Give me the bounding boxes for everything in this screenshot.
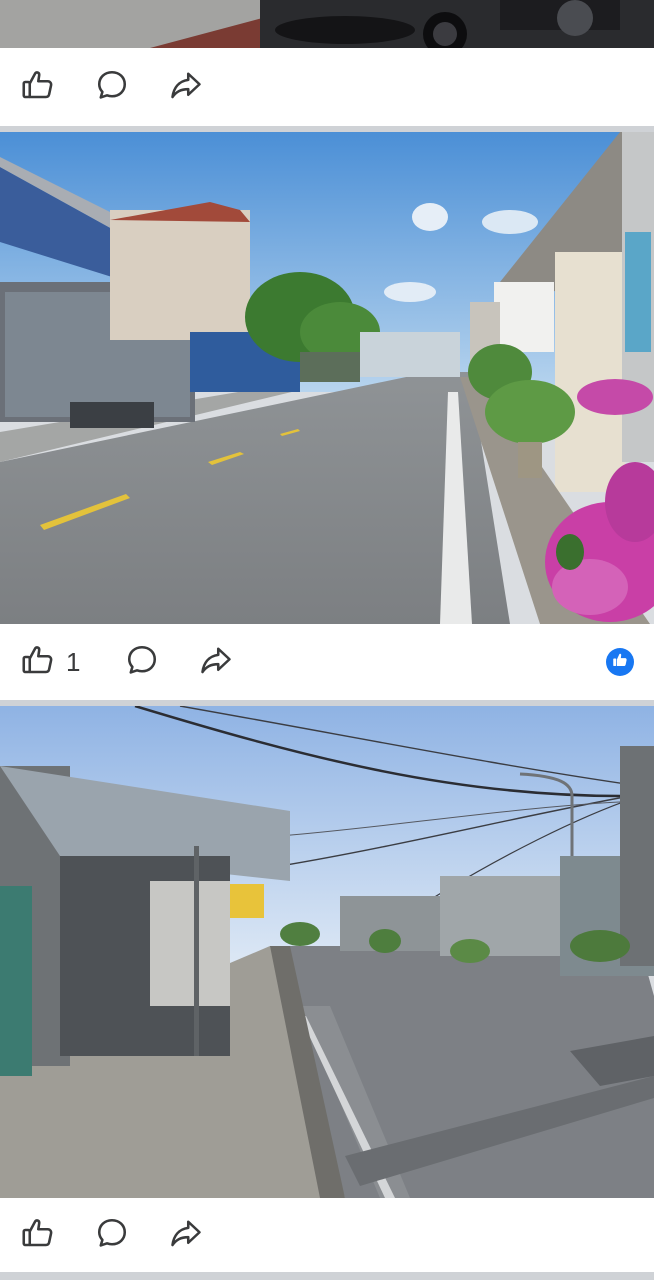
post-1-like-button[interactable] [20,48,66,126]
share-arrow-icon [168,67,204,108]
comment-bubble-icon [124,642,160,683]
post-3-photo[interactable] [0,706,654,1198]
post-1-action-bar [0,48,654,126]
post-3-action-bar [0,1198,654,1272]
post-2-like-count: 1 [66,647,81,677]
post-2-comment-button[interactable] [124,624,160,700]
post-2-photo[interactable] [0,132,654,624]
post-2-share-button[interactable] [198,624,234,700]
post-3-like-button[interactable] [20,1198,66,1272]
post-separator [0,1272,654,1280]
share-arrow-icon [168,1215,204,1256]
thumbs-up-icon [20,642,56,683]
like-reaction-badge[interactable] [606,648,634,676]
comment-bubble-icon [94,67,130,108]
post-3-comment-button[interactable] [94,1198,130,1272]
share-arrow-icon [198,642,234,683]
post-2-like-button[interactable]: 1 [20,624,80,700]
post-1-photo[interactable] [0,0,654,48]
post-1-share-button[interactable] [168,48,204,126]
post-2-action-bar: 1 [0,624,654,700]
thumbs-up-icon [611,651,629,674]
thumbs-up-icon [20,67,56,108]
comment-bubble-icon [94,1215,130,1256]
post-1-comment-button[interactable] [94,48,130,126]
thumbs-up-icon [20,1215,56,1256]
post-3-share-button[interactable] [168,1198,204,1272]
